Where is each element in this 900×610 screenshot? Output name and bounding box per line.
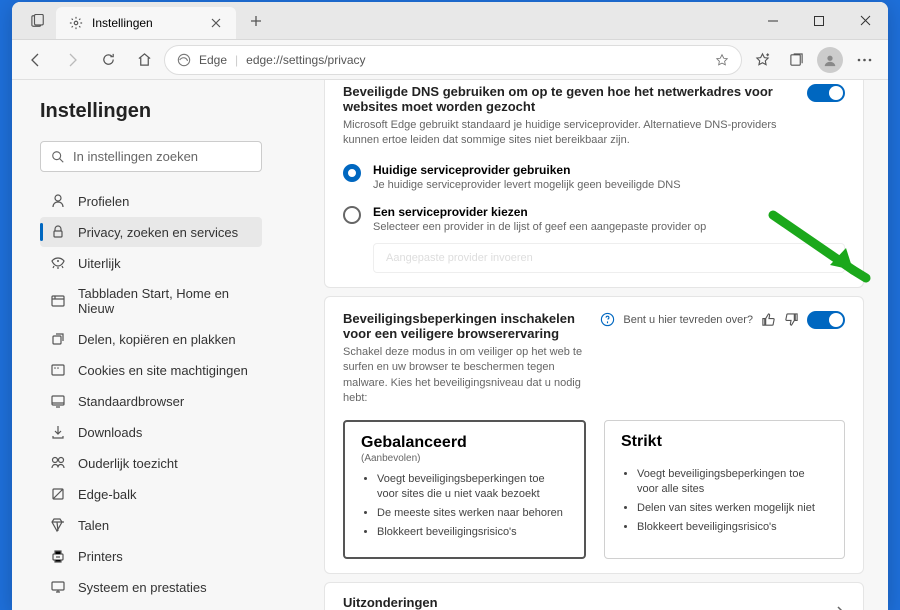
- sidebar-item-label: Cookies en site machtigingen: [78, 363, 248, 378]
- balanced-level-card[interactable]: Gebalanceerd (Aanbevolen) Voegt beveilig…: [343, 420, 586, 558]
- sidebar-item-label: Privacy, zoeken en services: [78, 225, 238, 240]
- new-tab-button[interactable]: [242, 7, 270, 35]
- settings-sidebar: Instellingen In instellingen zoeken Prof…: [12, 80, 274, 610]
- security-mode-toggle[interactable]: [807, 311, 845, 329]
- sidebar-icon: [50, 255, 66, 271]
- sidebar-item-7[interactable]: Downloads: [40, 417, 262, 447]
- page-title: Instellingen: [40, 100, 262, 123]
- back-button[interactable]: [20, 44, 52, 76]
- dns-current-provider-radio[interactable]: [343, 164, 361, 182]
- address-bar[interactable]: Edge | edge://settings/privacy: [164, 45, 742, 75]
- close-icon[interactable]: [208, 15, 224, 31]
- sidebar-item-6[interactable]: Standaardbrowser: [40, 386, 262, 416]
- close-window-button[interactable]: [842, 2, 888, 40]
- home-button[interactable]: [128, 44, 160, 76]
- gear-icon: [68, 15, 84, 31]
- sidebar-item-label: Profielen: [78, 194, 129, 209]
- sidebar-item-label: Delen, kopiëren en plakken: [78, 332, 236, 347]
- secure-dns-toggle[interactable]: [807, 84, 845, 102]
- sidebar-item-13[interactable]: Instellingen opnieuw instellen: [40, 603, 262, 610]
- favorites-button[interactable]: [746, 44, 778, 76]
- strict-level-card[interactable]: Strikt Voegt beveiligingsbeperkingen toe…: [604, 420, 845, 558]
- sidebar-item-0[interactable]: Profielen: [40, 186, 262, 216]
- edge-logo-icon: [177, 53, 191, 67]
- sidebar-item-5[interactable]: Cookies en site machtigingen: [40, 355, 262, 385]
- sidebar-item-label: Standaardbrowser: [78, 394, 184, 409]
- sidebar-item-label: Edge-balk: [78, 487, 137, 502]
- titlebar: Instellingen: [12, 2, 888, 40]
- chevron-right-icon: [835, 605, 845, 610]
- dns-choose-provider-radio[interactable]: [343, 206, 361, 224]
- collections-button[interactable]: [780, 44, 812, 76]
- sidebar-item-label: Tabbladen Start, Home en Nieuw: [78, 286, 252, 316]
- sidebar-icon: [50, 224, 66, 240]
- sidebar-item-3[interactable]: Tabbladen Start, Home en Nieuw: [40, 279, 262, 323]
- thumbs-down-icon[interactable]: [784, 312, 799, 327]
- security-mode-title: Beveiligingsbeperkingen inschakelen voor…: [343, 311, 590, 341]
- sidebar-item-9[interactable]: Edge-balk: [40, 479, 262, 509]
- sidebar-item-4[interactable]: Delen, kopiëren en plakken: [40, 324, 262, 354]
- thumbs-up-icon[interactable]: [761, 312, 776, 327]
- sidebar-item-2[interactable]: Uiterlijk: [40, 248, 262, 278]
- sidebar-item-1[interactable]: Privacy, zoeken en services: [40, 217, 262, 247]
- sidebar-item-12[interactable]: Systeem en prestaties: [40, 572, 262, 602]
- minimize-button[interactable]: [750, 2, 796, 40]
- profile-button[interactable]: [814, 44, 846, 76]
- feedback-label: Bent u hier tevreden over?: [623, 314, 753, 326]
- sidebar-icon: [50, 517, 66, 533]
- sidebar-icon: [50, 331, 66, 347]
- dns-provider-input: Aangepaste provider invoeren: [373, 243, 845, 273]
- browser-window: Instellingen Edge | edge://settings/priv…: [12, 2, 888, 610]
- dns-section-title: Beveiligde DNS gebruiken om op te geven …: [343, 84, 797, 114]
- tab-title: Instellingen: [92, 16, 153, 30]
- sidebar-item-label: Talen: [78, 518, 109, 533]
- read-aloud-icon[interactable]: [715, 53, 729, 67]
- info-icon[interactable]: [600, 312, 615, 327]
- search-icon: [51, 150, 65, 164]
- sidebar-icon: [50, 455, 66, 471]
- sidebar-icon: [50, 486, 66, 502]
- sidebar-item-label: Downloads: [78, 425, 142, 440]
- sidebar-item-label: Ouderlijk toezicht: [78, 456, 178, 471]
- tab-actions-button[interactable]: [20, 3, 56, 39]
- url-text: edge://settings/privacy: [246, 53, 365, 67]
- toolbar: Edge | edge://settings/privacy: [12, 40, 888, 80]
- sidebar-icon: [50, 293, 66, 309]
- sidebar-item-10[interactable]: Talen: [40, 510, 262, 540]
- settings-search-input[interactable]: In instellingen zoeken: [40, 141, 262, 172]
- sidebar-icon: [50, 393, 66, 409]
- security-mode-sub: Schakel deze modus in om veiliger op het…: [343, 345, 590, 407]
- sidebar-icon: [50, 548, 66, 564]
- sidebar-item-label: Uiterlijk: [78, 256, 121, 271]
- maximize-button[interactable]: [796, 2, 842, 40]
- menu-button[interactable]: [848, 44, 880, 76]
- sidebar-icon: [50, 193, 66, 209]
- dns-section-sub: Microsoft Edge gebruikt standaard je hui…: [343, 118, 797, 149]
- sidebar-item-label: Printers: [78, 549, 123, 564]
- sidebar-item-8[interactable]: Ouderlijk toezicht: [40, 448, 262, 478]
- sidebar-icon: [50, 579, 66, 595]
- sidebar-item-label: Systeem en prestaties: [78, 580, 207, 595]
- exceptions-row[interactable]: Uitzonderingen Deze functie uitschakelen…: [324, 582, 864, 610]
- sidebar-item-11[interactable]: Printers: [40, 541, 262, 571]
- browser-tab[interactable]: Instellingen: [56, 7, 236, 39]
- refresh-button[interactable]: [92, 44, 124, 76]
- sidebar-icon: [50, 362, 66, 378]
- settings-content: Beveiligde DNS gebruiken om op te geven …: [274, 80, 888, 610]
- site-identity: Edge: [199, 53, 227, 67]
- sidebar-icon: [50, 424, 66, 440]
- forward-button[interactable]: [56, 44, 88, 76]
